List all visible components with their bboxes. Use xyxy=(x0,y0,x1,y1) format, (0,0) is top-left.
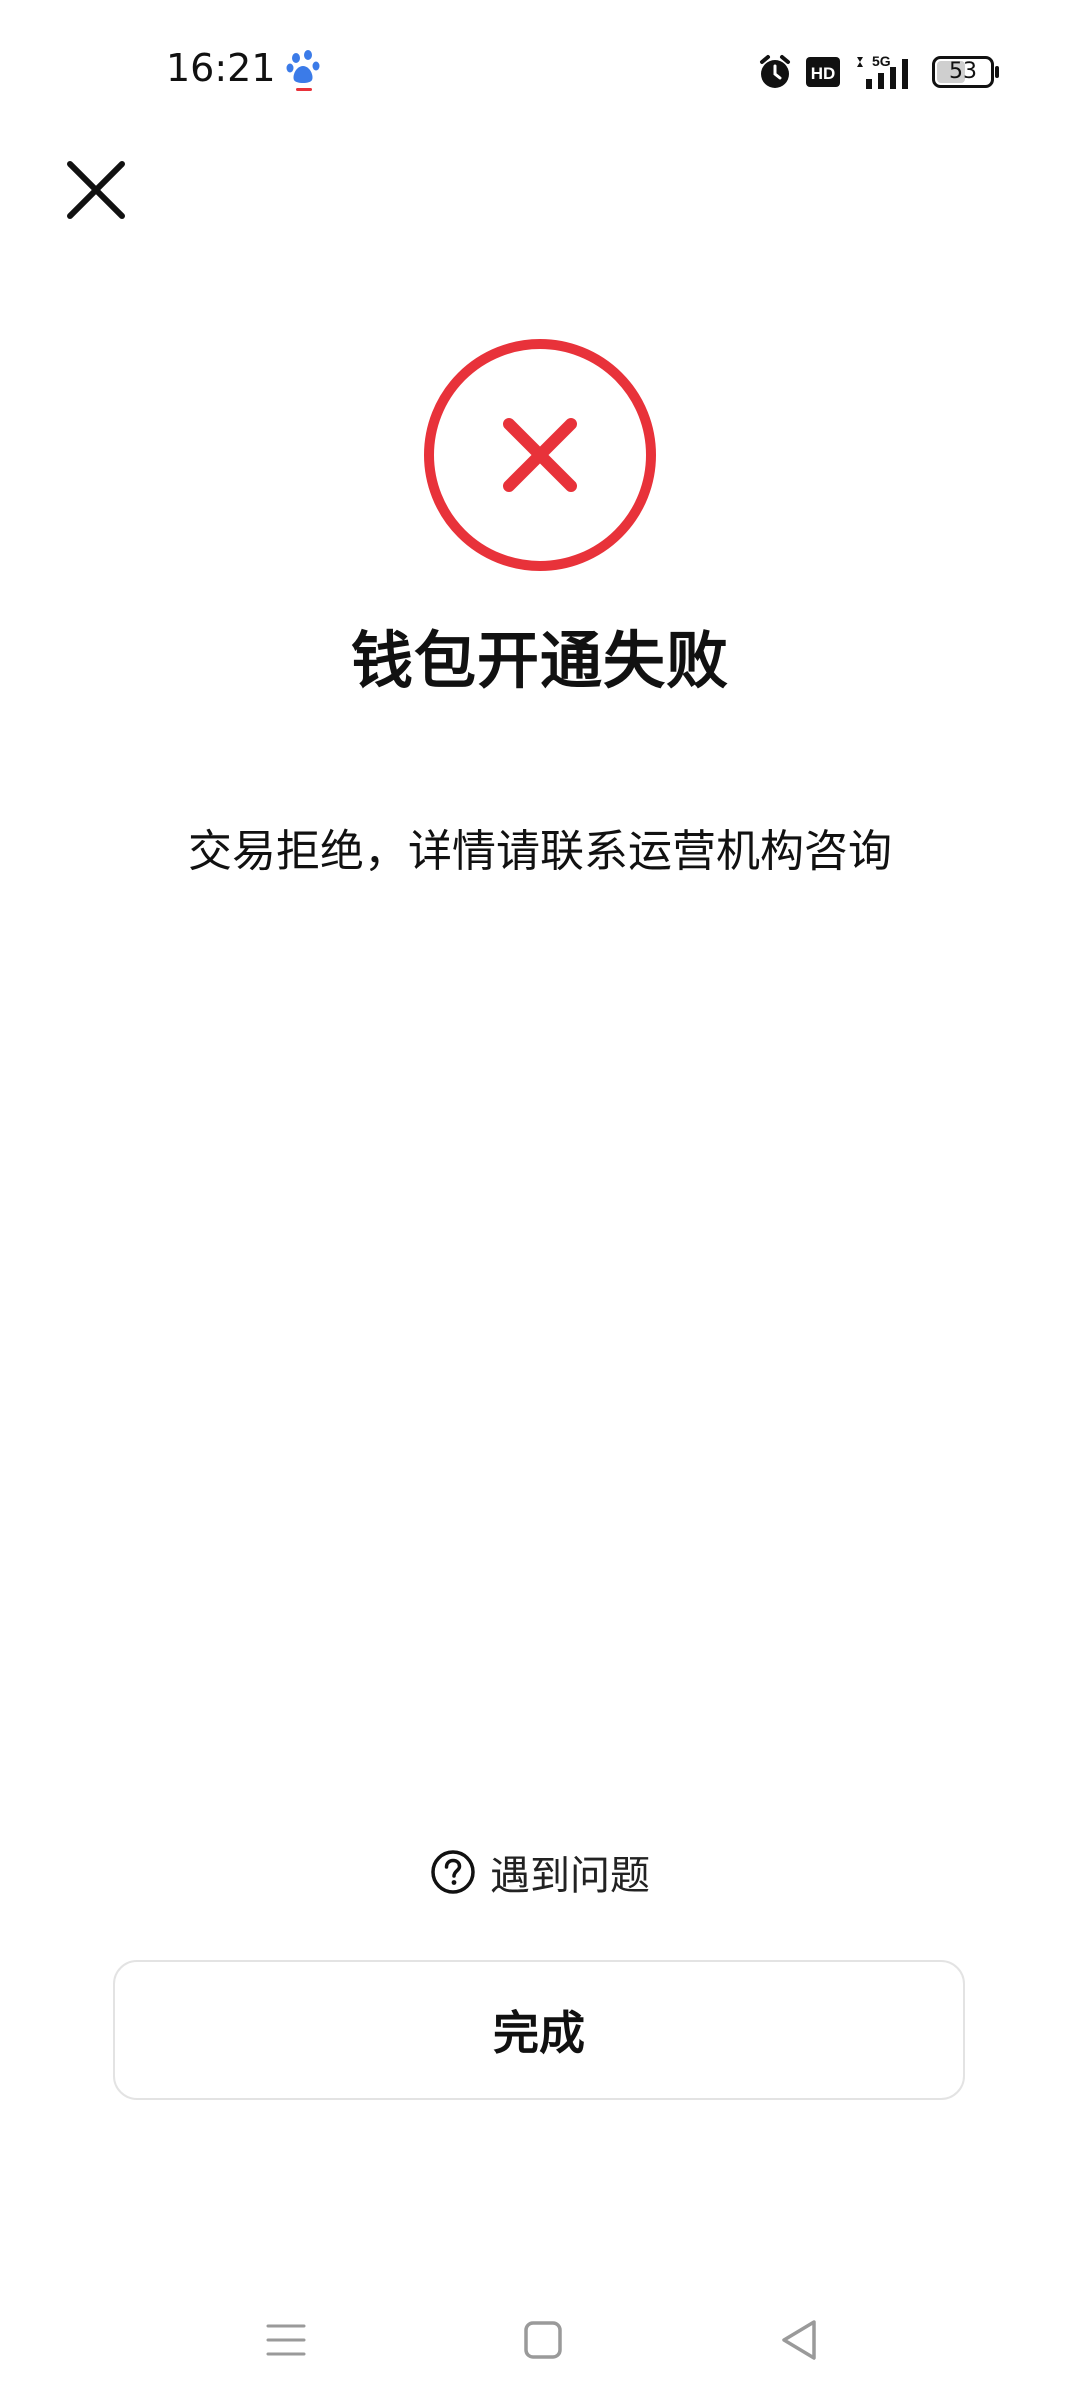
status-icons: HD 5G 53 xyxy=(758,52,1000,92)
question-circle-icon xyxy=(431,1850,475,1894)
hd-label: HD xyxy=(811,64,836,83)
navigation-bar xyxy=(0,2290,1080,2380)
hd-icon: HD xyxy=(806,57,840,87)
close-button[interactable] xyxy=(56,150,136,230)
help-link[interactable]: 遇到问题 xyxy=(0,1842,1080,1902)
baidu-paw-icon xyxy=(286,50,320,91)
error-message: 交易拒绝，详情请联系运营机构咨询 xyxy=(188,826,892,877)
alarm-icon xyxy=(760,55,790,88)
network-label: 5G xyxy=(872,53,891,69)
status-time: 16:21 xyxy=(166,46,276,90)
menu-icon[interactable] xyxy=(256,2310,316,2370)
signal-5g-icon: 5G xyxy=(857,53,908,89)
done-button[interactable]: 完成 xyxy=(113,1960,965,2100)
battery-level: 53 xyxy=(949,59,977,84)
status-bar: 16:21 HD 5G 53 xyxy=(0,0,1080,140)
home-square-icon[interactable] xyxy=(513,2310,573,2370)
battery-icon: 53 xyxy=(932,56,1000,88)
page-title: 钱包开通失败 xyxy=(350,624,729,697)
close-icon xyxy=(67,161,125,219)
error-icon xyxy=(424,339,656,571)
back-triangle-icon[interactable] xyxy=(770,2310,830,2370)
help-label: 遇到问题 xyxy=(490,1853,650,1899)
